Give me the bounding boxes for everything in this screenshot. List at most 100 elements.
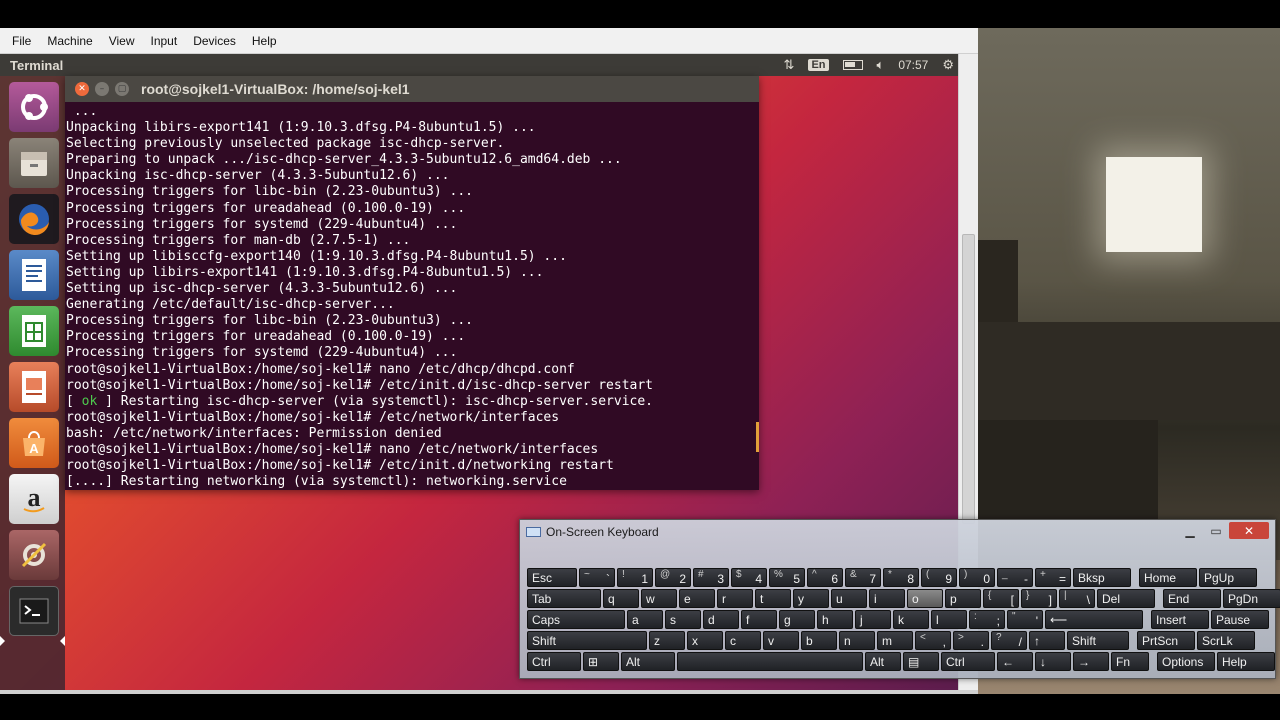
- terminal-titlebar[interactable]: ✕ – ▢ root@sojkel1-VirtualBox: /home/soj…: [65, 76, 759, 102]
- menu-input[interactable]: Input: [145, 28, 184, 54]
- key-bksp[interactable]: Bksp: [1073, 568, 1131, 587]
- key-shift[interactable]: Shift: [527, 631, 647, 650]
- key-x[interactable]: x: [687, 631, 723, 650]
- minimize-icon[interactable]: –: [95, 82, 109, 96]
- key-insert[interactable]: Insert: [1151, 610, 1209, 629]
- maximize-icon[interactable]: ▢: [115, 82, 129, 96]
- key-o[interactable]: o: [907, 589, 943, 608]
- key-alt[interactable]: Alt: [865, 652, 901, 671]
- key-[interactable]: + =: [1035, 568, 1071, 587]
- menu-help[interactable]: Help: [246, 28, 283, 54]
- terminal-icon[interactable]: [9, 586, 59, 636]
- key-a[interactable]: a: [627, 610, 663, 629]
- on-screen-keyboard[interactable]: On-Screen Keyboard ▁ ▭ ✕ Esc ~ `! 1 @2 #3 $4% 5…: [519, 519, 1280, 679]
- key-scrlk[interactable]: ScrLk: [1197, 631, 1255, 650]
- key-symbol[interactable]: ▤: [903, 652, 939, 671]
- key-symbol[interactable]: ⟵: [1045, 610, 1143, 629]
- osk-titlebar[interactable]: On-Screen Keyboard ▁ ▭ ✕: [520, 520, 1275, 544]
- key-[interactable]: }]: [1021, 589, 1057, 608]
- key-b[interactable]: b: [801, 631, 837, 650]
- key-0[interactable]: ) 0: [959, 568, 995, 587]
- calc-icon[interactable]: [9, 306, 59, 356]
- key-[interactable]: _ -: [997, 568, 1033, 587]
- key-z[interactable]: z: [649, 631, 685, 650]
- key-symbol[interactable]: ⊞: [583, 652, 619, 671]
- close-icon[interactable]: ✕: [1229, 522, 1269, 539]
- key-del[interactable]: Del: [1097, 589, 1155, 608]
- gear-icon[interactable]: ⚙︎: [942, 57, 954, 73]
- menu-file[interactable]: File: [6, 28, 37, 54]
- key-v[interactable]: v: [763, 631, 799, 650]
- network-icon[interactable]: ⇅: [784, 57, 795, 73]
- scrollbar-thumb[interactable]: [962, 234, 975, 524]
- key-[interactable]: ~ `: [579, 568, 615, 587]
- maximize-icon[interactable]: ▭: [1203, 522, 1229, 539]
- key-symbol[interactable]: ↓: [1035, 652, 1071, 671]
- clock[interactable]: 07:57: [898, 58, 928, 72]
- firefox-icon[interactable]: [9, 194, 59, 244]
- key-d[interactable]: d: [703, 610, 739, 629]
- key-h[interactable]: h: [817, 610, 853, 629]
- key-j[interactable]: j: [855, 610, 891, 629]
- key-[interactable]: :;: [969, 610, 1005, 629]
- key-pgup[interactable]: PgUp: [1199, 568, 1257, 587]
- key-[interactable]: {[: [983, 589, 1019, 608]
- key-e[interactable]: e: [679, 589, 715, 608]
- key-8[interactable]: * 8: [883, 568, 919, 587]
- key-esc[interactable]: Esc: [527, 568, 577, 587]
- ubuntu-dash-icon[interactable]: [9, 82, 59, 132]
- volume-icon[interactable]: 🔈︎: [877, 57, 885, 73]
- files-icon[interactable]: [9, 138, 59, 188]
- key-symbol[interactable]: ↑: [1029, 631, 1065, 650]
- minimize-icon[interactable]: ▁: [1177, 522, 1203, 539]
- key-f[interactable]: f: [741, 610, 777, 629]
- key-c[interactable]: c: [725, 631, 761, 650]
- key-home[interactable]: Home: [1139, 568, 1197, 587]
- key-symbol[interactable]: →: [1073, 652, 1109, 671]
- key-options[interactable]: Options: [1157, 652, 1215, 671]
- key-alt[interactable]: Alt: [621, 652, 675, 671]
- terminal-window[interactable]: ✕ – ▢ root@sojkel1-VirtualBox: /home/soj…: [65, 76, 759, 490]
- key-i[interactable]: i: [869, 589, 905, 608]
- key-p[interactable]: p: [945, 589, 981, 608]
- key-help[interactable]: Help: [1217, 652, 1275, 671]
- key-fn[interactable]: Fn: [1111, 652, 1149, 671]
- key-s[interactable]: s: [665, 610, 701, 629]
- key-1[interactable]: ! 1: [617, 568, 653, 587]
- key-k[interactable]: k: [893, 610, 929, 629]
- key-r[interactable]: r: [717, 589, 753, 608]
- key-6[interactable]: ^ 6: [807, 568, 843, 587]
- terminal-resize-handle[interactable]: [756, 422, 759, 452]
- key-ctrl[interactable]: Ctrl: [941, 652, 995, 671]
- key-m[interactable]: m: [877, 631, 913, 650]
- menu-devices[interactable]: Devices: [187, 28, 242, 54]
- key-5[interactable]: % 5: [769, 568, 805, 587]
- key-u[interactable]: u: [831, 589, 867, 608]
- key-shift[interactable]: Shift: [1067, 631, 1129, 650]
- key-pgdn[interactable]: PgDn: [1223, 589, 1280, 608]
- terminal-output[interactable]: ... Unpacking libirs-export141 (1:9.10.3…: [65, 102, 759, 490]
- key-4[interactable]: $4: [731, 568, 767, 587]
- key-7[interactable]: & 7: [845, 568, 881, 587]
- impress-icon[interactable]: [9, 362, 59, 412]
- key-t[interactable]: t: [755, 589, 791, 608]
- keyboard-language-indicator[interactable]: En: [808, 59, 829, 71]
- writer-icon[interactable]: [9, 250, 59, 300]
- key-caps[interactable]: Caps: [527, 610, 625, 629]
- key-prtscn[interactable]: PrtScn: [1137, 631, 1195, 650]
- battery-icon[interactable]: [842, 60, 863, 70]
- software-center-icon[interactable]: A: [9, 418, 59, 468]
- key-l[interactable]: l: [931, 610, 967, 629]
- key-space[interactable]: [677, 652, 863, 671]
- key-[interactable]: <,: [915, 631, 951, 650]
- amazon-icon[interactable]: a: [9, 474, 59, 524]
- key-[interactable]: ? /: [991, 631, 1027, 650]
- menu-machine[interactable]: Machine: [41, 28, 98, 54]
- key-2[interactable]: @2: [655, 568, 691, 587]
- key-tab[interactable]: Tab: [527, 589, 601, 608]
- key-9[interactable]: (9: [921, 568, 957, 587]
- key-w[interactable]: w: [641, 589, 677, 608]
- system-settings-icon[interactable]: [9, 530, 59, 580]
- key-[interactable]: >.: [953, 631, 989, 650]
- key-g[interactable]: g: [779, 610, 815, 629]
